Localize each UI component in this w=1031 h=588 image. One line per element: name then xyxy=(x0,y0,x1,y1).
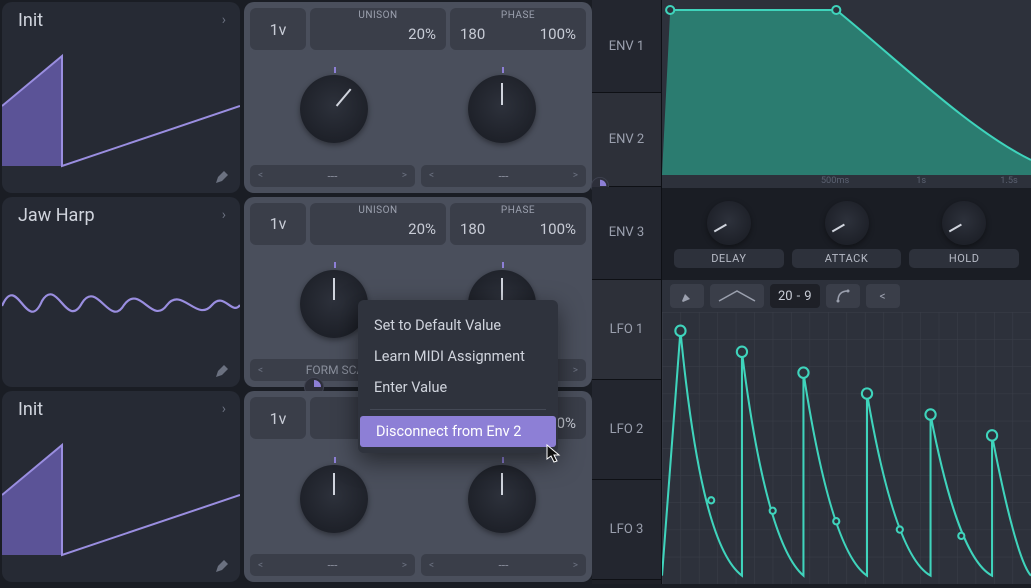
menu-set-default[interactable]: Set to Default Value xyxy=(358,310,558,341)
unison-group[interactable]: UNISON 20% xyxy=(310,203,446,245)
phase-knob[interactable] xyxy=(468,465,536,533)
pencil-icon[interactable] xyxy=(214,169,230,185)
phase-group[interactable]: PHASE 180100% xyxy=(450,8,586,50)
env-knob-row: DELAY ATTACK HOLD xyxy=(662,188,1031,280)
env-attack: ATTACK xyxy=(792,201,902,268)
tab-lfo2[interactable]: LFO 2 xyxy=(592,380,661,480)
wave-panel-1[interactable]: Init › xyxy=(2,2,240,193)
voice-count[interactable]: 1v xyxy=(250,203,306,245)
nav-selector-1[interactable]: <---> xyxy=(250,165,415,187)
cursor-icon xyxy=(546,444,562,464)
wave-panel-3[interactable]: Init › xyxy=(2,391,240,582)
tab-lfo1[interactable]: LFO 1 xyxy=(592,280,661,380)
osc-preset-name: Init xyxy=(18,399,43,420)
svg-text:500ms: 500ms xyxy=(821,176,850,186)
menu-enter-value[interactable]: Enter Value xyxy=(358,372,558,403)
tab-env1[interactable]: ENV 1 xyxy=(592,0,661,93)
pencil-icon[interactable] xyxy=(214,363,230,379)
hold-knob[interactable] xyxy=(942,201,986,245)
osc-preset-name: Init xyxy=(18,10,43,31)
tab-env3[interactable]: ENV 3 xyxy=(592,187,661,280)
menu-disconnect[interactable]: Disconnect from Env 2 xyxy=(360,416,556,447)
wave-panel-2[interactable]: Jaw Harp › xyxy=(2,197,240,388)
lfo-tabs: LFO 1 LFO 2 LFO 3 xyxy=(592,280,662,584)
voice-count[interactable]: 1v xyxy=(250,8,306,50)
chevron-left-icon[interactable]: < xyxy=(866,284,900,308)
phase-knob[interactable] xyxy=(468,75,536,143)
unison-group[interactable]: UNISON 20% xyxy=(310,8,446,50)
curve-icon[interactable] xyxy=(826,284,860,308)
brush-icon[interactable] xyxy=(670,284,704,308)
tab-env2[interactable]: ENV 2 xyxy=(592,93,661,186)
nav-selector-2[interactable]: <---> xyxy=(421,554,586,576)
unison-knob[interactable] xyxy=(300,75,368,143)
context-menu: Set to Default Value Learn MIDI Assignme… xyxy=(358,300,558,453)
osc-preset-name: Jaw Harp xyxy=(18,205,95,226)
modulation-column: ENV 1 ENV 2 ENV 3 500ms xyxy=(592,0,1031,584)
tab-lfo3[interactable]: LFO 3 xyxy=(592,480,661,580)
osc-params-1: 1v UNISON 20% PHASE 180100% <---> xyxy=(244,2,592,193)
chevron-right-icon[interactable]: › xyxy=(222,401,226,417)
svg-text:1s: 1s xyxy=(916,176,926,186)
env-tabs: ENV 1 ENV 2 ENV 3 xyxy=(592,0,662,280)
lfo-graph[interactable] xyxy=(662,312,1031,584)
waveform-display xyxy=(2,425,240,565)
phase-group[interactable]: PHASE 180100% xyxy=(450,203,586,245)
waveform-display xyxy=(2,231,240,371)
lfo-toolbar: 20-9 < xyxy=(662,280,1031,312)
chevron-right-icon[interactable]: › xyxy=(222,12,226,28)
osc-row-1: Init › 1v UNISON 20% PHASE xyxy=(2,2,592,193)
nav-selector-2[interactable]: <---> xyxy=(421,165,586,187)
lfo-grid-input[interactable]: 20-9 xyxy=(770,284,820,308)
env-delay: DELAY xyxy=(674,201,784,268)
voice-count[interactable]: 1v xyxy=(250,397,306,439)
envelope-graph[interactable]: 500ms 1s 1.5s xyxy=(662,0,1031,188)
attack-knob[interactable] xyxy=(825,201,869,245)
env-hold: HOLD xyxy=(909,201,1019,268)
unison-knob[interactable] xyxy=(300,465,368,533)
pencil-icon[interactable] xyxy=(214,558,230,574)
oscillator-column: Init › 1v UNISON 20% PHASE xyxy=(0,0,592,584)
chevron-right-icon[interactable]: › xyxy=(222,207,226,223)
waveform-display xyxy=(2,36,240,176)
svg-text:1.5s: 1.5s xyxy=(1000,176,1018,186)
menu-separator xyxy=(370,409,546,410)
shape-preset-icon[interactable] xyxy=(710,284,764,308)
nav-selector-1[interactable]: <---> xyxy=(250,554,415,576)
delay-knob[interactable] xyxy=(707,201,751,245)
menu-learn-midi[interactable]: Learn MIDI Assignment xyxy=(358,341,558,372)
